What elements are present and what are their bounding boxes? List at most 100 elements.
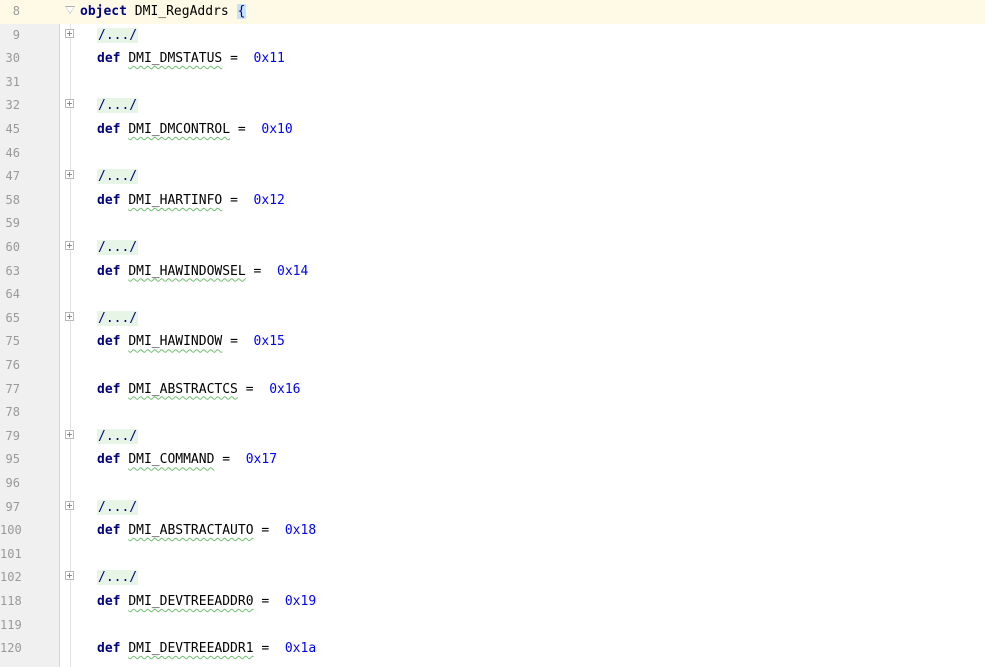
code-line[interactable]: 79 /.../ (0, 425, 985, 449)
fold-expand-icon[interactable] (65, 99, 74, 109)
hex-value: 0x10 (261, 122, 293, 137)
code-text: def DMI_DMCONTROL = 0x10 (97, 118, 293, 142)
line-number: 60 (5, 240, 20, 254)
folded-region[interactable]: /.../ (97, 499, 139, 515)
code-line[interactable]: 75 def DMI_HAWINDOW = 0x15 (0, 330, 985, 354)
code-line[interactable]: 100 def DMI_ABSTRACTAUTO = 0x18 (0, 519, 985, 543)
code-text: def DMI_DMSTATUS = 0x11 (97, 47, 285, 71)
identifier: DMI_HAWINDOW (128, 334, 223, 350)
equals-sign: = (261, 523, 270, 539)
line-number: 31 (5, 74, 20, 89)
code-line[interactable]: 9 /.../ (0, 24, 985, 48)
line-number: 65 (5, 310, 20, 325)
code-text: /.../ (97, 165, 139, 189)
line-number: 75 (5, 334, 20, 349)
def-keyword: def (97, 263, 121, 279)
line-number: 100 (0, 523, 22, 538)
code-line[interactable]: 58 def DMI_HARTINFO = 0x12 (0, 189, 985, 213)
code-line[interactable]: 47 /.../ (0, 165, 985, 189)
hex-value: 0x16 (269, 381, 301, 397)
line-number: 118 (0, 594, 22, 608)
code-line[interactable]: 119 (0, 614, 985, 638)
fold-expand-icon[interactable] (65, 429, 74, 439)
code-line[interactable]: 46 (0, 142, 985, 166)
code-line[interactable]: 120 def DMI_DEVTREEADDR1 = 0x1a (0, 637, 985, 661)
line-number: 76 (5, 358, 20, 372)
code-text: def DMI_ABSTRACTAUTO = 0x18 (97, 519, 316, 543)
folded-region[interactable]: /.../ (97, 98, 139, 114)
fold-expand-icon[interactable] (65, 28, 74, 38)
hex-value: 0x15 (253, 334, 285, 350)
code-line[interactable]: 65 /.../ (0, 307, 985, 331)
object-keyword: object (80, 4, 127, 19)
code-line[interactable]: 95 def DMI_COMMAND = 0x17 (0, 448, 985, 472)
identifier: DMI_DEVTREEADDR1 (128, 641, 254, 657)
line-number: 101 (0, 546, 22, 561)
hex-value: 0x17 (245, 452, 278, 468)
code-line[interactable]: 59 (0, 212, 985, 236)
code-line[interactable]: 32 /.../ (0, 94, 985, 118)
hex-value: 0x1a (284, 641, 317, 657)
def-keyword: def (97, 523, 121, 539)
identifier: DMI_HARTINFO (128, 192, 223, 208)
line-number: 30 (5, 51, 20, 66)
code-line[interactable]: 78 (0, 401, 985, 425)
hex-value: 0x18 (284, 523, 317, 539)
code-line[interactable]: 96 (0, 472, 985, 496)
code-line[interactable]: 63 def DMI_HAWINDOWSEL = 0x14 (0, 260, 985, 284)
folded-region[interactable]: /.../ (97, 27, 139, 43)
fold-expand-icon[interactable] (65, 571, 74, 581)
code-text: def DMI_COMMAND = 0x17 (97, 448, 277, 472)
code-text: /.../ (97, 24, 139, 48)
line-number: 45 (5, 122, 20, 136)
folded-region[interactable]: /.../ (97, 428, 139, 444)
code-text: def DMI_HAWINDOW = 0x15 (97, 330, 285, 354)
fold-expand-icon[interactable] (65, 170, 74, 180)
def-keyword: def (97, 192, 121, 208)
code-text: def DMI_DEVTREEADDR0 = 0x19 (97, 590, 316, 614)
line-number: 59 (5, 216, 20, 231)
code-line[interactable]: 76 (0, 354, 985, 378)
code-line[interactable]: 77 def DMI_ABSTRACTCS = 0x16 (0, 378, 985, 402)
code-line[interactable]: 45 def DMI_DMCONTROL = 0x10 (0, 118, 985, 142)
identifier: DMI_DMCONTROL (128, 122, 231, 137)
folded-region[interactable]: /.../ (97, 240, 139, 255)
fold-collapse-icon[interactable] (65, 6, 75, 14)
folded-region[interactable]: /.../ (97, 310, 139, 326)
code-line[interactable]: 118 def DMI_DEVTREEADDR0 = 0x19 (0, 590, 985, 614)
code-line[interactable]: 64 (0, 283, 985, 307)
equals-sign: = (222, 452, 231, 468)
equals-sign: = (230, 334, 238, 350)
code-line[interactable]: 60 /.../ (0, 236, 985, 260)
code-text: def DMI_HAWINDOWSEL = 0x14 (97, 260, 308, 284)
equals-sign: = (261, 641, 270, 657)
def-keyword: def (97, 51, 121, 67)
def-keyword: def (97, 381, 121, 397)
line-number: 78 (5, 405, 20, 420)
code-line[interactable]: 8 object DMI_RegAddrs { (0, 0, 985, 24)
code-text: /.../ (97, 566, 139, 590)
code-editor[interactable]: 8 object DMI_RegAddrs {9/.../30 def DMI_DM… (0, 0, 985, 667)
fold-expand-icon[interactable] (65, 311, 74, 321)
code-text: /.../ (97, 94, 139, 118)
equals-sign: = (230, 192, 238, 208)
code-line[interactable]: 97 /.../ (0, 496, 985, 520)
folded-region[interactable]: /.../ (97, 570, 139, 586)
fold-expand-icon[interactable] (65, 500, 74, 510)
line-number: 120 (0, 641, 22, 656)
line-number: 9 (12, 27, 20, 42)
line-number: 8 (12, 4, 20, 18)
identifier: DMI_DEVTREEADDR0 (128, 594, 254, 609)
equals-sign: = (230, 51, 238, 67)
fold-expand-icon[interactable] (65, 241, 74, 250)
code-line[interactable]: 31 (0, 71, 985, 95)
code-line[interactable]: 30 def DMI_DMSTATUS = 0x11 (0, 47, 985, 71)
hex-value: 0x11 (253, 51, 285, 67)
identifier: DMI_HAWINDOWSEL (128, 263, 246, 279)
line-number: 46 (5, 145, 20, 160)
code-line[interactable]: 101 (0, 543, 985, 567)
code-line[interactable]: 102 /.../ (0, 566, 985, 590)
line-number: 79 (5, 428, 20, 443)
def-keyword: def (97, 452, 121, 468)
folded-region[interactable]: /.../ (97, 169, 139, 185)
